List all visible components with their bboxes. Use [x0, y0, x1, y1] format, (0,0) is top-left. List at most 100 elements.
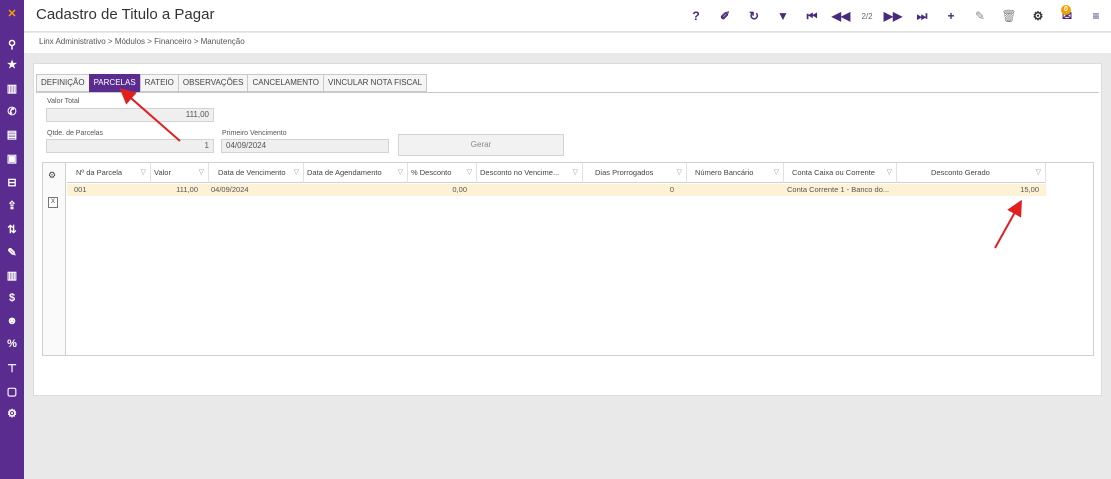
filter-icon[interactable]: ▽ — [887, 163, 892, 183]
excel-export-icon[interactable]: X — [48, 197, 58, 208]
add-icon[interactable]: + — [940, 5, 962, 27]
tab-parcelas[interactable]: PARCELAS — [88, 74, 140, 92]
column-header[interactable]: % Desconto ▽ — [408, 163, 477, 183]
filter-icon[interactable]: ▽ — [467, 163, 472, 183]
tab-definicao[interactable]: DEFINIÇÃO — [36, 74, 89, 92]
tab-observacoes[interactable]: OBSERVAÇÕES — [177, 74, 248, 92]
grid-settings-icon[interactable]: ⚙ — [48, 170, 56, 181]
dollar-icon[interactable]: $ — [0, 287, 24, 309]
grid-toolbar: ⚙ X — [43, 163, 66, 355]
first-page-icon[interactable]: ⏮ — [801, 5, 823, 27]
tab-cancelamento[interactable]: CANCELAMENTO — [247, 74, 323, 92]
filter-icon[interactable]: ▽ — [294, 163, 299, 183]
transfer-icon[interactable]: ⇅ — [0, 218, 24, 240]
cell-vencimento: 04/09/2024 — [211, 185, 249, 194]
tab-bar: DEFINIÇÃO PARCELAS RATEIO OBSERVAÇÕES CA… — [36, 74, 428, 92]
chart-icon[interactable]: ▥ — [0, 77, 24, 99]
cell-percentual-desconto: 0,00 — [452, 185, 467, 194]
page-title: Cadastro de Titulo a Pagar — [36, 6, 215, 23]
column-header[interactable]: Desconto Gerado ▽ — [897, 163, 1046, 183]
search-icon[interactable]: ⚲ — [0, 33, 24, 55]
upload-icon[interactable]: ⇪ — [0, 194, 24, 216]
qtde-parcelas-label: Qtde. de Parcelas — [47, 130, 104, 137]
filter-icon[interactable]: ▽ — [677, 163, 682, 183]
column-header[interactable]: Desconto no Vencime... ▽ — [477, 163, 583, 183]
users-icon[interactable]: ☻ — [0, 310, 24, 332]
qtde-parcelas-field[interactable]: 1 — [46, 139, 214, 153]
toolbar: ? ✐ ↻ ▼ ⏮ ◀◀ 2/2 ▶▶ ⏭ + ✎ 🗑 ⚙ ✉ 0 ≡ — [678, 0, 1111, 32]
header: Cadastro de Titulo a Pagar ? ✐ ↻ ▼ ⏮ ◀◀ … — [24, 0, 1111, 32]
column-header-label: Número Bancário — [695, 168, 754, 177]
column-header[interactable]: Nº da Parcela ▽ — [67, 163, 151, 183]
tab-divider — [36, 92, 1099, 93]
column-header-label: Valor — [154, 168, 171, 177]
cell-conta: Conta Corrente 1 - Banco do... — [787, 185, 890, 194]
last-page-icon[interactable]: ⏭ — [911, 5, 933, 27]
primeiro-vencimento-label: Primeiro Vencimento — [222, 130, 287, 137]
cell-valor: 111,00 — [176, 185, 198, 194]
tab-rateio[interactable]: RATEIO — [139, 74, 178, 92]
phone-square-icon[interactable]: ▢ — [0, 380, 24, 402]
column-header-label: % Desconto — [411, 168, 452, 177]
logo-icon[interactable]: ✕ — [0, 2, 24, 24]
percent-icon[interactable]: % — [0, 333, 24, 355]
filter-icon[interactable]: ▽ — [398, 163, 403, 183]
valor-total-label: Valor Total — [47, 98, 80, 105]
phone-icon[interactable]: ✆ — [0, 100, 24, 122]
cell-numero-bancario — [687, 184, 782, 196]
column-header-label: Data de Vencimento — [218, 168, 286, 177]
notification-icon[interactable]: ✉ 0 — [1056, 5, 1078, 27]
report-icon[interactable]: ▥ — [0, 264, 24, 286]
breadcrumb: Linx Administrativo > Módulos > Financei… — [39, 37, 245, 46]
trash-icon[interactable]: 🗑 — [998, 5, 1020, 27]
cell-dias-prorrogados: 0 — [669, 185, 674, 194]
filter-icon[interactable]: ▽ — [774, 163, 779, 183]
column-header[interactable]: Data de Agendamento ▽ — [304, 163, 408, 183]
filter-icon[interactable]: ▼ — [772, 5, 794, 27]
grid-header: Nº da Parcela ▽ Valor ▽ Data de Vencimento… — [67, 163, 1046, 183]
cell-parcela: 001 — [74, 185, 87, 194]
sidebar: ✕ ⚲ ★ ▥ ✆ ▤ ▣ ⊟ ⇪ ⇅ ✎ ▥ $ ☻ % ⊤ ▢ ⚙ — [0, 0, 24, 479]
column-header[interactable]: Data de Vencimento ▽ — [209, 163, 304, 183]
filter-icon[interactable]: ▽ — [199, 163, 204, 183]
refresh-icon[interactable]: ↻ — [743, 5, 765, 27]
column-header-label: Nº da Parcela — [76, 168, 123, 177]
help-icon[interactable]: ? — [685, 5, 707, 27]
column-header[interactable]: Conta Caixa ou Corrente ▽ — [784, 163, 897, 183]
filter-icon[interactable]: ▽ — [141, 163, 146, 183]
page-indicator: 2/2 — [861, 11, 873, 21]
cell-desconto-vencimento — [477, 184, 577, 196]
keyboard-icon[interactable]: ▤ — [0, 123, 24, 145]
main-panel: DEFINIÇÃO PARCELAS RATEIO OBSERVAÇÕES CA… — [33, 63, 1102, 396]
next-page-icon[interactable]: ▶▶ — [882, 5, 904, 27]
column-header-label: Conta Caixa ou Corrente — [792, 168, 875, 177]
inbox-icon[interactable]: ⊟ — [0, 171, 24, 193]
cart-icon[interactable]: ⊤ — [0, 357, 24, 379]
filter-icon[interactable]: ▽ — [573, 163, 578, 183]
previous-page-icon[interactable]: ◀◀ — [830, 5, 852, 27]
star-icon[interactable]: ★ — [0, 53, 24, 75]
gear-icon[interactable]: ⚙ — [1027, 5, 1049, 27]
cell-agendamento — [304, 184, 404, 196]
column-header[interactable]: Dias Prorrogados ▽ — [583, 163, 687, 183]
filter-icon[interactable]: ▽ — [1036, 163, 1041, 183]
settings-icon[interactable]: ⚙ — [0, 402, 24, 424]
primeiro-vencimento-field[interactable]: 04/09/2024 — [221, 139, 389, 153]
menu-icon[interactable]: ≡ — [1085, 5, 1107, 27]
column-header[interactable]: Valor ▽ — [151, 163, 209, 183]
calculator-icon[interactable]: ▣ — [0, 147, 24, 169]
table-row[interactable]: 001 111,00 04/09/2024 0,00 0 Conta Corre… — [67, 184, 1046, 196]
plug-icon[interactable]: ✎ — [0, 241, 24, 263]
valor-total-field[interactable]: 111,00 — [46, 108, 214, 122]
breadcrumb-bar: Linx Administrativo > Módulos > Financei… — [24, 33, 1111, 53]
tab-vincular-nota-fiscal[interactable]: VINCULAR NOTA FISCAL — [323, 74, 428, 92]
parcelas-grid: ⚙ X Nº da Parcela ▽ Valor ▽ Data de Vencim… — [42, 162, 1094, 356]
cell-desconto-gerado: 15,00 — [1020, 185, 1039, 194]
edit-icon[interactable]: ✎ — [969, 5, 991, 27]
eraser-icon[interactable]: ✐ — [714, 5, 736, 27]
column-header-label: Desconto no Vencime... — [480, 168, 560, 177]
column-header-label: Desconto Gerado — [931, 168, 990, 177]
gerar-button[interactable]: Gerar — [398, 134, 564, 156]
column-header-label: Data de Agendamento — [307, 168, 382, 177]
column-header[interactable]: Número Bancário ▽ — [687, 163, 784, 183]
